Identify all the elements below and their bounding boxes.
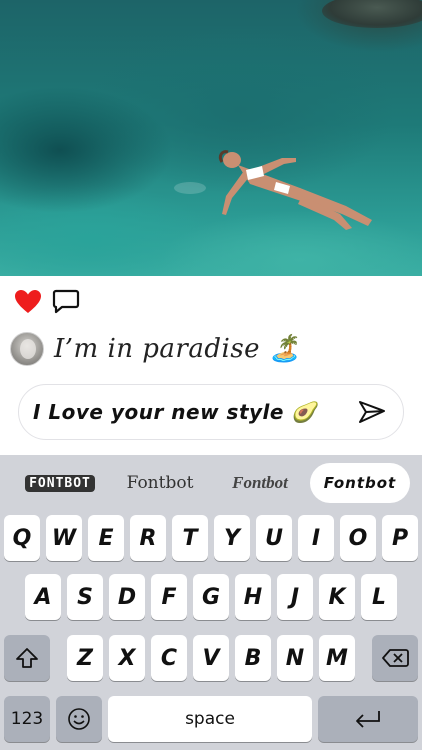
key-j[interactable]: J — [277, 574, 313, 620]
post-actions — [14, 288, 80, 316]
key-v[interactable]: V — [193, 635, 229, 681]
numbers-key[interactable]: 123 — [4, 696, 50, 742]
key-w[interactable]: W — [46, 515, 82, 561]
key-r[interactable]: R — [130, 515, 166, 561]
key-b[interactable]: B — [235, 635, 271, 681]
key-m[interactable]: M — [319, 635, 355, 681]
font-option-2[interactable]: Fontbot — [110, 463, 210, 503]
font-selector-bar: FONTBOT Fontbot Fontbot Fontbot — [0, 455, 422, 511]
keyboard: FONTBOT Fontbot Fontbot Fontbot Q W E R … — [0, 455, 422, 750]
heart-icon[interactable] — [14, 288, 42, 316]
font-option-4-selected[interactable]: Fontbot — [310, 463, 410, 503]
font-option-3[interactable]: Fontbot — [210, 463, 310, 503]
key-c[interactable]: C — [151, 635, 187, 681]
key-e[interactable]: E — [88, 515, 124, 561]
return-arrow-icon[interactable] — [318, 696, 418, 742]
comment-input[interactable]: I Love your new style 🥑 — [18, 384, 404, 440]
key-n[interactable]: N — [277, 635, 313, 681]
key-q[interactable]: Q — [4, 515, 40, 561]
space-key[interactable]: space — [108, 696, 312, 742]
swimmer-figure — [174, 150, 372, 230]
key-y[interactable]: Y — [214, 515, 250, 561]
key-s[interactable]: S — [67, 574, 103, 620]
paper-plane-icon[interactable] — [355, 395, 389, 429]
key-g[interactable]: G — [193, 574, 229, 620]
key-x[interactable]: X — [109, 635, 145, 681]
key-h[interactable]: H — [235, 574, 271, 620]
post-photo — [0, 0, 422, 276]
key-z[interactable]: Z — [67, 635, 103, 681]
key-u[interactable]: U — [256, 515, 292, 561]
key-t[interactable]: T — [172, 515, 208, 561]
caption-text: I’m in paradise 🏝️ — [54, 334, 302, 364]
speech-bubble-icon[interactable] — [52, 288, 80, 316]
key-k[interactable]: K — [319, 574, 355, 620]
emoji-icon[interactable] — [56, 696, 102, 742]
key-d[interactable]: D — [109, 574, 145, 620]
key-a[interactable]: A — [25, 574, 61, 620]
post-caption: I’m in paradise 🏝️ — [10, 330, 302, 368]
shift-arrow-icon[interactable] — [4, 635, 50, 681]
key-o[interactable]: O — [340, 515, 376, 561]
font-option-1[interactable]: FONTBOT — [10, 463, 110, 503]
key-p[interactable]: P — [382, 515, 418, 561]
backspace-icon[interactable] — [372, 635, 418, 681]
avatar[interactable] — [10, 332, 44, 366]
comment-text[interactable]: I Love your new style 🥑 — [33, 400, 355, 424]
key-i[interactable]: I — [298, 515, 334, 561]
key-f[interactable]: F — [151, 574, 187, 620]
key-l[interactable]: L — [361, 574, 397, 620]
